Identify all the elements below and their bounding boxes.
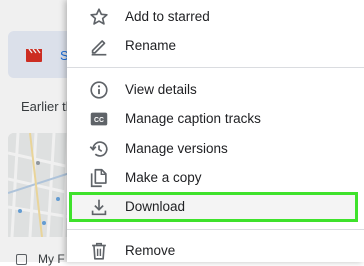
menu-item-label: View details [125,82,197,97]
menu-item-label: Download [125,199,186,214]
menu-item-label: Add to starred [125,9,210,24]
copy-icon [88,167,110,189]
star-icon [88,6,110,28]
menu-item-label: Manage caption tracks [125,111,261,126]
menu-item-manage-caption-tracks[interactable]: CC Manage caption tracks [67,104,364,133]
info-icon [88,79,110,101]
menu-item-manage-versions[interactable]: Manage versions [67,134,364,163]
context-menu: Add to starred Rename View details CC Ma… [67,0,364,262]
download-icon [88,196,110,218]
trash-icon [88,240,110,262]
menu-divider [67,67,364,68]
menu-item-remove[interactable]: Remove [67,236,364,265]
menu-item-add-to-starred[interactable]: Add to starred [67,2,364,31]
menu-item-make-a-copy[interactable]: Make a copy [67,163,364,192]
pencil-icon [88,35,110,57]
menu-divider [67,229,364,230]
menu-item-rename[interactable]: Rename [67,31,364,60]
menu-item-label: Rename [125,38,177,53]
menu-item-download[interactable]: Download [67,192,364,221]
menu-item-view-details[interactable]: View details [67,75,364,104]
menu-item-label: Remove [125,243,176,258]
svg-text:CC: CC [94,117,104,124]
menu-item-label: Manage versions [125,141,228,156]
menu-item-label: Make a copy [125,170,202,185]
closed-caption-icon: CC [88,108,110,130]
history-icon [88,138,110,160]
